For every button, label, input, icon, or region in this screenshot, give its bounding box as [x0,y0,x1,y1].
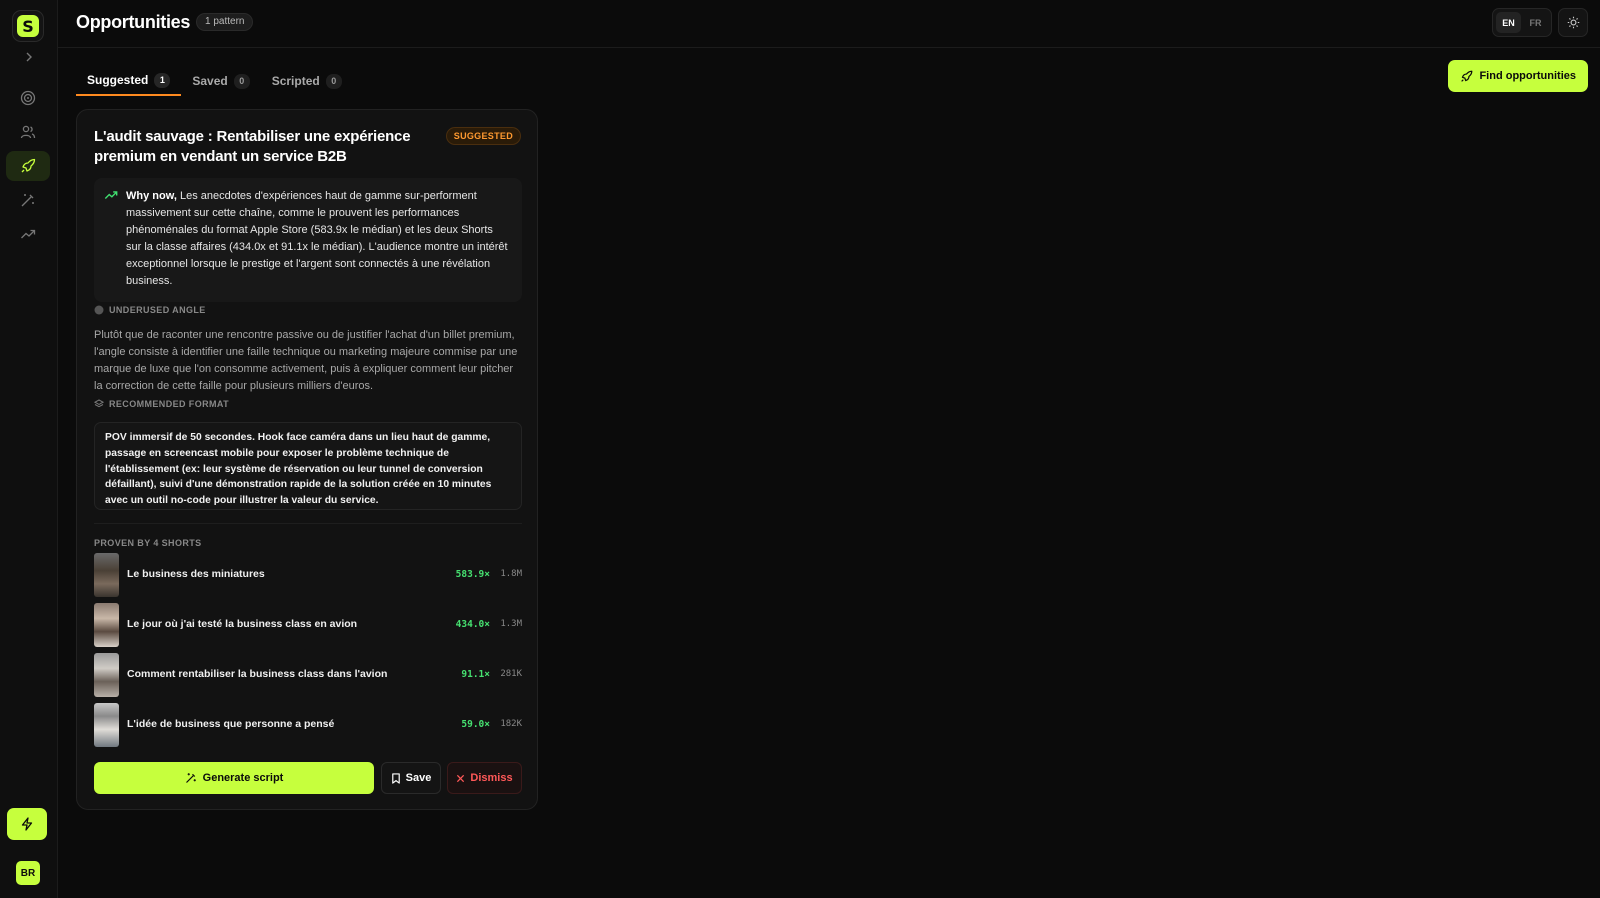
sun-icon [1567,16,1579,29]
logo-mark: S [17,15,39,37]
short-views: 182K [500,719,522,729]
proven-shorts-label: PROVEN BY 4 SHORTS [94,538,202,548]
tab-label: Scripted [271,74,320,88]
short-thumbnail [94,703,119,747]
save-label: Save [405,772,432,784]
tabs: Suggested 1 Saved 0 Scripted 0 [76,66,353,96]
theme-toggle-button[interactable] [1558,8,1588,37]
dismiss-label: Dismiss [470,772,513,784]
short-row[interactable]: L'idée de business que personne a pensé … [94,703,522,747]
short-thumbnail [94,553,119,597]
short-row[interactable]: Le jour où j'ai testé la business class … [94,603,522,647]
page-title: Opportunities [76,12,191,32]
nav-users-icon[interactable] [6,117,50,147]
tab-count: 0 [233,73,250,89]
tab-count: 1 [154,72,171,88]
tab-scripted[interactable]: Scripted 0 [261,66,353,96]
recommended-format-box: POV immersif de 50 secondes. Hook face c… [94,422,522,510]
short-title: Comment rentabiliser la business class d… [127,668,388,680]
save-button[interactable]: Save [381,762,441,794]
recommended-format-text: POV immersif de 50 secondes. Hook face c… [105,432,492,507]
find-opportunities-button[interactable]: Find opportunities [1448,60,1588,92]
rocket-icon [1461,70,1473,82]
pattern-count-badge: 1 pattern [196,13,254,31]
bookmark-icon [391,772,400,784]
close-icon [457,774,465,782]
lang-fr-button[interactable]: FR [1523,12,1548,33]
short-title: Le business des miniatures [127,568,265,580]
why-now-label: Why now, [126,190,177,202]
dismiss-button[interactable]: Dismiss [447,762,522,794]
language-switch: EN FR [1492,8,1552,37]
underused-angle-text-label: UNDERUSED ANGLE [109,305,206,315]
underused-angle-label: UNDERUSED ANGLE [94,305,206,315]
recommended-format-label: RECOMMENDED FORMAT [94,399,229,409]
tab-label: Saved [192,74,228,88]
tab-label: Suggested [87,73,149,87]
nav-trending-icon[interactable] [6,219,50,249]
short-multiplier: 91.1× [461,669,490,680]
bolt-button[interactable] [7,808,47,840]
short-row[interactable]: Comment rentabiliser la business class d… [94,653,522,697]
expand-sidebar-chevron-right-icon[interactable] [20,48,38,66]
trending-up-icon [104,188,118,207]
opportunity-card: L'audit sauvage : Rentabiliser une expér… [76,109,538,810]
app-logo[interactable]: S [12,10,44,42]
tab-suggested[interactable]: Suggested 1 [76,66,182,96]
nav-rocket-icon[interactable] [6,151,50,181]
short-multiplier: 434.0× [455,619,490,630]
short-thumbnail [94,603,119,647]
circle-icon [94,305,104,315]
short-multiplier: 583.9× [455,569,490,580]
short-multiplier: 59.0× [461,719,490,730]
magic-wand-icon [185,773,196,783]
short-views: 281K [500,669,522,679]
sidebar: S BR [0,0,58,898]
tab-saved[interactable]: Saved 0 [181,66,260,96]
short-title: Le jour où j'ai testé la business class … [127,618,358,630]
user-avatar[interactable]: BR [16,861,40,885]
bolt-icon [21,817,33,831]
short-row[interactable]: Le business des miniatures 583.9× 1.8M [94,553,522,597]
divider [94,523,522,524]
layers-icon [94,399,104,408]
header: Opportunities 1 pattern EN FR [58,0,1600,48]
why-now-box: Why now, Les anecdotes d'expériences hau… [94,178,522,302]
short-thumbnail [94,653,119,697]
tab-count: 0 [325,73,342,89]
why-now-body: Les anecdotes d'expériences haut de gamm… [126,190,508,287]
generate-script-button[interactable]: Generate script [94,762,374,794]
status-badge: SUGGESTED [445,127,521,145]
why-now-text: Why now, Les anecdotes d'expériences hau… [126,188,510,290]
nav-magic-wand-icon[interactable] [6,185,50,215]
generate-script-label: Generate script [202,772,284,784]
find-opportunities-label: Find opportunities [1479,70,1576,82]
short-title: L'idée de business que personne a pensé [127,718,335,730]
recommended-format-text-label: RECOMMENDED FORMAT [109,399,230,409]
lang-en-button[interactable]: EN [1496,12,1521,33]
short-views: 1.8M [500,569,522,579]
nav-target-icon[interactable] [6,83,50,113]
opportunity-title: L'audit sauvage : Rentabiliser une expér… [94,128,411,165]
short-views: 1.3M [500,619,522,629]
underused-angle-text: Plutôt que de raconter une rencontre pas… [94,329,518,392]
